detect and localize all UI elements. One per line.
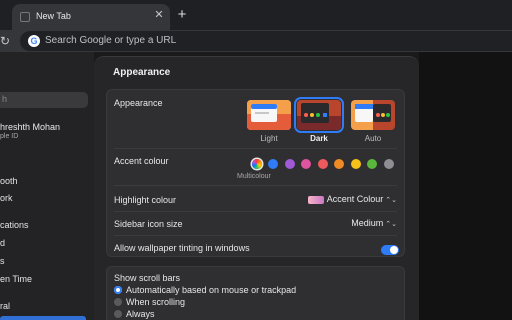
new-tab-button[interactable]: + bbox=[174, 7, 190, 23]
sidebar-item-appearance-selected[interactable] bbox=[0, 316, 86, 320]
appearance-auto-option[interactable] bbox=[351, 100, 395, 130]
appearance-group: Appearance Light Dark Auto Accent colour… bbox=[106, 89, 405, 257]
light-mode-preview-icon bbox=[247, 100, 291, 130]
accent-swatch[interactable] bbox=[334, 159, 344, 169]
sidebar-item-network[interactable]: ork bbox=[0, 193, 13, 203]
accent-colour-label: Accent colour bbox=[114, 156, 169, 166]
close-tab-icon[interactable]: ✕ bbox=[152, 8, 166, 22]
radio-unselected-icon bbox=[114, 298, 122, 306]
sidebar-icon-size-popup[interactable]: Medium ⌃⌄ bbox=[351, 218, 397, 228]
highlight-colour-popup[interactable]: Accent Colour ⌃⌄ bbox=[307, 194, 397, 204]
accent-swatch[interactable] bbox=[317, 159, 328, 169]
appearance-dark-option[interactable] bbox=[294, 97, 344, 133]
accent-swatch[interactable] bbox=[367, 159, 377, 169]
sidebar-icon-size-label: Sidebar icon size bbox=[114, 219, 183, 229]
divider bbox=[114, 211, 397, 212]
popup-chevron-icon: ⌃⌄ bbox=[385, 197, 397, 204]
accent-swatch[interactable] bbox=[284, 159, 295, 169]
wallpaper-tinting-toggle[interactable] bbox=[381, 245, 399, 255]
sidebar-item-bluetooth[interactable]: ooth bbox=[0, 176, 18, 186]
reload-icon[interactable]: ↻ bbox=[0, 33, 14, 49]
appearance-settings-panel: Appearance Appearance Light Dark Auto Ac… bbox=[94, 56, 419, 320]
sidebar-search-input[interactable]: h bbox=[0, 92, 88, 108]
radio-unselected-icon bbox=[114, 310, 122, 318]
accent-swatch[interactable] bbox=[383, 159, 394, 169]
apple-id-subtitle: ple ID bbox=[0, 133, 19, 140]
tab-new-tab[interactable]: New Tab ✕ bbox=[12, 4, 170, 30]
browser-page-background bbox=[419, 52, 512, 320]
divider bbox=[114, 235, 397, 236]
browser-toolbar: ↻ G Search Google or type a URL bbox=[0, 30, 512, 52]
popup-chevron-icon: ⌃⌄ bbox=[385, 221, 397, 228]
google-glyph: G bbox=[30, 36, 38, 46]
multicolour-label: Multicolour bbox=[237, 173, 271, 180]
auto-mode-preview-icon bbox=[351, 100, 395, 130]
scroll-bars-auto-label: Automatically based on mouse or trackpad bbox=[126, 285, 297, 295]
accent-multicolour-swatch[interactable] bbox=[252, 159, 262, 169]
highlight-colour-value: Accent Colour bbox=[326, 194, 384, 204]
accent-swatch[interactable] bbox=[350, 159, 361, 169]
appearance-light-label: Light bbox=[260, 134, 278, 143]
sidebar-search-placeholder: h bbox=[2, 94, 8, 104]
sidebar-item-focus[interactable]: s bbox=[0, 256, 5, 266]
divider bbox=[114, 148, 397, 149]
settings-sidebar: h hreshth Mohan ple ID ooth ork cations … bbox=[0, 52, 94, 320]
scroll-bars-always-option[interactable]: Always bbox=[114, 309, 155, 319]
sidebar-item-general[interactable]: ral bbox=[0, 301, 10, 311]
appearance-label: Appearance bbox=[114, 98, 163, 108]
scroll-bars-when-scrolling-option[interactable]: When scrolling bbox=[114, 297, 185, 307]
wallpaper-tinting-label: Allow wallpaper tinting in windows bbox=[114, 243, 250, 253]
scroll-bars-when-scrolling-label: When scrolling bbox=[126, 297, 186, 307]
tab-strip: New Tab ✕ + bbox=[0, 0, 512, 30]
highlight-colour-label: Highlight colour bbox=[114, 195, 177, 205]
dark-mode-preview-icon bbox=[297, 100, 341, 130]
appearance-dark-label: Dark bbox=[310, 134, 328, 143]
appearance-auto-label: Auto bbox=[364, 134, 382, 143]
divider bbox=[114, 185, 397, 186]
sidebar-item-sound[interactable]: d bbox=[0, 238, 5, 248]
tab-favicon-icon bbox=[20, 12, 30, 22]
sidebar-item-notifications[interactable]: cations bbox=[0, 220, 29, 230]
address-bar[interactable]: G Search Google or type a URL bbox=[20, 31, 512, 51]
apple-id-name[interactable]: hreshth Mohan bbox=[0, 122, 60, 132]
appearance-light-option[interactable] bbox=[247, 100, 291, 130]
tab-title: New Tab bbox=[36, 11, 71, 21]
sidebar-item-screen-time[interactable]: en Time bbox=[0, 274, 32, 284]
accent-swatch[interactable] bbox=[268, 159, 278, 169]
show-scroll-bars-label: Show scroll bars bbox=[114, 273, 181, 283]
page-title: Appearance bbox=[113, 67, 171, 78]
sidebar-icon-size-value: Medium bbox=[351, 218, 384, 228]
page-content: h hreshth Mohan ple ID ooth ork cations … bbox=[0, 52, 512, 320]
address-bar-placeholder: Search Google or type a URL bbox=[45, 35, 177, 46]
scroll-bars-always-label: Always bbox=[126, 309, 155, 319]
scroll-bars-group: Show scroll bars Automatically based on … bbox=[106, 266, 405, 320]
google-icon: G bbox=[28, 35, 40, 47]
scroll-bars-auto-option[interactable]: Automatically based on mouse or trackpad bbox=[114, 285, 296, 295]
radio-selected-icon bbox=[114, 286, 122, 294]
accent-swatch[interactable] bbox=[301, 159, 311, 169]
highlight-colour-chip bbox=[307, 195, 324, 204]
